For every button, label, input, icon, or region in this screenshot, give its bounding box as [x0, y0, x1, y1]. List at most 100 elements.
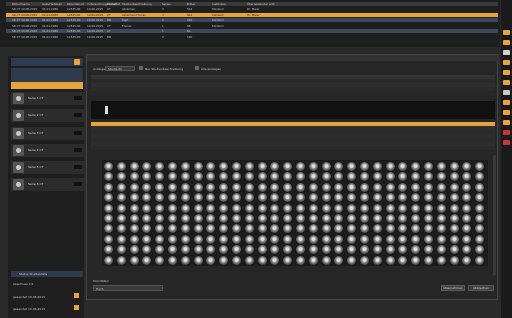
image-thumbnail[interactable] — [155, 203, 165, 213]
image-thumbnail[interactable] — [398, 162, 408, 171]
image-thumbnail[interactable] — [104, 234, 113, 244]
image-thumbnail[interactable] — [334, 224, 344, 234]
image-thumbnail[interactable] — [116, 182, 126, 192]
image-thumbnail[interactable] — [360, 224, 369, 234]
image-thumbnail[interactable] — [385, 162, 395, 171]
image-thumbnail[interactable] — [334, 234, 344, 244]
image-thumbnail[interactable] — [296, 214, 305, 223]
image-thumbnail[interactable] — [398, 234, 408, 244]
image-thumbnail[interactable] — [206, 172, 216, 182]
image-thumbnail[interactable] — [219, 182, 229, 192]
image-thumbnail[interactable] — [385, 182, 395, 192]
image-thumbnail[interactable] — [411, 203, 421, 213]
image-thumbnail[interactable] — [462, 172, 472, 182]
image-thumbnail[interactable] — [193, 203, 203, 213]
image-thumbnail[interactable] — [372, 193, 382, 203]
option2-checkbox[interactable] — [195, 66, 199, 70]
image-thumbnail[interactable] — [308, 193, 318, 203]
image-thumbnail[interactable] — [347, 224, 357, 234]
image-thumbnail[interactable] — [296, 203, 305, 213]
series-thumbnail-row[interactable]: Serie 5 CT — [11, 161, 86, 174]
image-thumbnail[interactable] — [142, 203, 152, 213]
image-thumbnail[interactable] — [129, 234, 139, 244]
toolbar-icon[interactable] — [503, 60, 510, 65]
image-thumbnail[interactable] — [347, 234, 357, 244]
image-thumbnail[interactable] — [411, 214, 421, 223]
image-thumbnail[interactable] — [180, 224, 190, 234]
image-thumbnail[interactable] — [155, 172, 165, 182]
image-thumbnail[interactable] — [206, 234, 216, 244]
image-thumbnail[interactable] — [129, 193, 139, 203]
series-table-row[interactable] — [91, 146, 495, 150]
toolbar-icon[interactable] — [503, 100, 510, 105]
image-thumbnail[interactable] — [193, 255, 203, 265]
image-thumbnail[interactable] — [347, 203, 357, 213]
image-thumbnail[interactable] — [424, 203, 433, 213]
study-row[interactable]: SR CT 10.06.2015 01.01.1960 12345-00 10.06.… — [6, 29, 498, 34]
image-thumbnail[interactable] — [129, 245, 139, 255]
image-thumbnail[interactable] — [283, 245, 293, 255]
image-thumbnail[interactable] — [321, 172, 331, 182]
image-thumbnail[interactable] — [283, 162, 293, 171]
series-thumbnail-row[interactable]: Serie 2 CT — [11, 109, 86, 122]
image-thumbnail[interactable] — [270, 193, 280, 203]
image-thumbnail[interactable] — [347, 162, 357, 171]
image-thumbnail[interactable] — [219, 162, 229, 171]
image-thumbnail[interactable] — [270, 245, 280, 255]
image-thumbnail[interactable] — [385, 255, 395, 265]
ok-button[interactable]: Übernehmen — [441, 285, 465, 291]
filter-select[interactable]: Studie ID — [105, 66, 135, 71]
image-thumbnail[interactable] — [436, 234, 446, 244]
toolbar-icon[interactable] — [503, 70, 510, 75]
image-thumbnail[interactable] — [168, 214, 177, 223]
image-thumbnail[interactable] — [385, 193, 395, 203]
image-thumbnail[interactable] — [232, 162, 241, 171]
image-thumbnail[interactable] — [104, 255, 113, 265]
image-thumbnail[interactable] — [168, 255, 177, 265]
image-thumbnail[interactable] — [244, 172, 254, 182]
image-thumbnail[interactable] — [168, 172, 177, 182]
image-thumbnail[interactable] — [244, 182, 254, 192]
image-thumbnail[interactable] — [308, 224, 318, 234]
image-thumbnail[interactable] — [270, 214, 280, 223]
image-thumbnail[interactable] — [372, 224, 382, 234]
image-thumbnail[interactable] — [168, 182, 177, 192]
image-thumbnail[interactable] — [424, 245, 433, 255]
image-thumbnail[interactable] — [296, 255, 305, 265]
image-thumbnail[interactable] — [283, 214, 293, 223]
image-thumbnail[interactable] — [436, 193, 446, 203]
image-thumbnail[interactable] — [372, 203, 382, 213]
image-thumbnail[interactable] — [168, 224, 177, 234]
image-thumbnail[interactable] — [206, 214, 216, 223]
image-thumbnail[interactable] — [449, 224, 459, 234]
image-thumbnail[interactable] — [308, 214, 318, 223]
image-thumbnail[interactable] — [436, 172, 446, 182]
image-thumbnail[interactable] — [193, 172, 203, 182]
image-thumbnail[interactable] — [129, 214, 139, 223]
image-thumbnail[interactable] — [398, 172, 408, 182]
image-thumbnail[interactable] — [155, 182, 165, 192]
image-thumbnail[interactable] — [347, 255, 357, 265]
image-thumbnail[interactable] — [219, 255, 229, 265]
toolbar-icon[interactable] — [503, 130, 510, 135]
image-thumbnail[interactable] — [155, 245, 165, 255]
image-thumbnail[interactable] — [232, 203, 241, 213]
image-thumbnail[interactable] — [116, 255, 126, 265]
image-thumbnail[interactable] — [129, 172, 139, 182]
resend-icon[interactable] — [74, 305, 79, 310]
image-thumbnail[interactable] — [462, 203, 472, 213]
series-thumbnail-row[interactable]: Serie 4 CT — [11, 144, 86, 157]
image-thumbnail[interactable] — [168, 203, 177, 213]
image-thumbnail[interactable] — [116, 245, 126, 255]
image-thumbnail[interactable] — [244, 214, 254, 223]
image-thumbnail[interactable] — [257, 234, 267, 244]
image-thumbnail[interactable] — [475, 182, 485, 192]
image-thumbnail[interactable] — [270, 234, 280, 244]
image-thumbnail[interactable] — [232, 182, 241, 192]
image-thumbnail[interactable] — [424, 234, 433, 244]
image-thumbnail[interactable] — [424, 193, 433, 203]
image-thumbnail[interactable] — [129, 162, 139, 171]
image-thumbnail[interactable] — [206, 162, 216, 171]
image-thumbnail[interactable] — [257, 162, 267, 171]
image-thumbnail[interactable] — [308, 234, 318, 244]
